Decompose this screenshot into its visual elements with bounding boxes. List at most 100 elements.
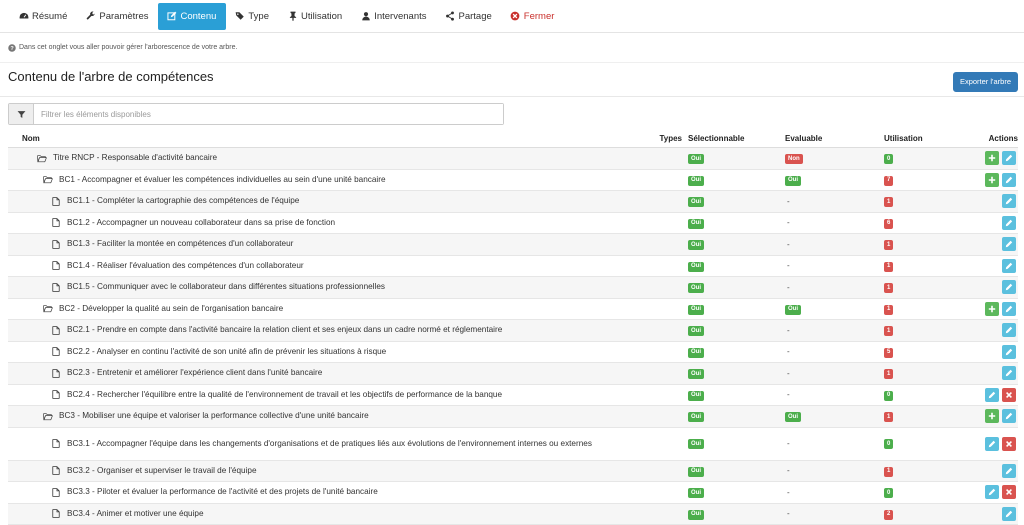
edit-button[interactable] — [1002, 194, 1016, 209]
node-label: BC1.3 - Faciliter la montée en compétenc… — [67, 239, 294, 249]
edit-button[interactable] — [985, 485, 999, 500]
edit-button[interactable] — [1002, 258, 1016, 273]
tab-label: Partage — [458, 10, 492, 22]
col-utilisation: Utilisation — [884, 134, 923, 143]
table-row[interactable]: BC3.2 - Organiser et superviser le trava… — [8, 460, 1018, 482]
pencil-icon — [988, 391, 996, 399]
edit-button[interactable] — [1002, 280, 1016, 295]
edit-button[interactable] — [1002, 366, 1016, 381]
table-row[interactable]: BC3.4 - Animer et motiver une équipe Oui -… — [8, 503, 1018, 525]
edit-button[interactable] — [1002, 172, 1016, 187]
export-tree-button[interactable]: Exporter l'arbre — [952, 71, 1018, 92]
table-row[interactable]: BC1.5 - Communiquer avec le collaborateu… — [8, 277, 1018, 299]
add-button[interactable] — [985, 172, 999, 187]
tab-label: Fermer — [523, 10, 555, 22]
table-row[interactable]: BC1 - Accompagner et évaluer les compéte… — [8, 170, 1018, 191]
tab-fermer[interactable]: Fermer — [502, 3, 565, 29]
file-icon — [50, 466, 61, 476]
tab-label: Paramètres — [99, 10, 149, 22]
row-actions — [964, 258, 1018, 273]
pencil-icon — [1005, 219, 1013, 227]
table-row[interactable]: BC3.1 - Accompagner l'équipe dans les ch… — [8, 428, 1018, 461]
utilisation-badge: 1 — [884, 326, 894, 336]
add-button[interactable] — [985, 151, 999, 166]
node-label: BC1.2 - Accompagner un nouveau collabora… — [67, 217, 336, 227]
tab-label: Contenu — [180, 10, 217, 22]
edit-button[interactable] — [985, 387, 999, 402]
edit-button[interactable] — [1002, 463, 1016, 478]
tab-partage[interactable]: Partage — [437, 3, 502, 29]
evaluable-empty: - — [787, 390, 790, 400]
header-divider — [0, 96, 1024, 97]
evaluable-empty: - — [787, 325, 790, 335]
add-button[interactable] — [985, 409, 999, 424]
node-label: BC2.3 - Entretenir et améliorer l'expéri… — [67, 368, 323, 378]
edit-button[interactable] — [1002, 323, 1016, 338]
edit-button[interactable] — [1002, 301, 1016, 316]
pencil-icon — [1005, 412, 1013, 420]
tab-type[interactable]: Type — [226, 3, 279, 29]
plus-icon — [988, 305, 996, 313]
filter-input[interactable] — [34, 104, 503, 124]
utilisation-badge: 1 — [884, 283, 894, 293]
tab-contenu[interactable]: Contenu — [158, 2, 227, 30]
plus-icon — [988, 154, 996, 162]
table-row[interactable]: BC2.3 - Entretenir et améliorer l'expéri… — [8, 363, 1018, 385]
row-actions — [964, 151, 1018, 166]
table-row[interactable]: BC1.1 - Compléter la cartographie des co… — [8, 191, 1018, 213]
edit-button[interactable] — [1002, 506, 1016, 521]
utilisation-badge: 1 — [884, 240, 894, 250]
tab-intervenants[interactable]: Intervenants — [352, 3, 436, 29]
edit-button[interactable] — [1002, 237, 1016, 252]
table-row[interactable]: Titre RNCP - Responsable d'activité banc… — [8, 148, 1018, 170]
table-row[interactable]: BC2 - Développer la qualité au sein de l… — [8, 299, 1018, 320]
selectionnable-badge: Oui — [688, 154, 704, 164]
tab-resume[interactable]: Résumé — [10, 3, 77, 29]
tree-table: Nom Types Sélectionnable Evaluable Utili… — [8, 130, 1018, 525]
user-icon — [360, 11, 371, 22]
node-label: BC1 - Accompagner et évaluer les compéte… — [59, 174, 386, 184]
delete-button[interactable] — [1002, 436, 1016, 451]
add-button[interactable] — [985, 301, 999, 316]
evaluable-empty: - — [787, 347, 790, 357]
table-row[interactable]: BC2.1 - Prendre en compte dans l'activit… — [8, 320, 1018, 342]
table-row[interactable]: BC3.3 - Piloter et évaluer la performanc… — [8, 482, 1018, 504]
col-selectionnable: Sélectionnable — [688, 134, 745, 143]
table-row[interactable]: BC1.2 - Accompagner un nouveau collabora… — [8, 213, 1018, 234]
delete-button[interactable] — [1002, 387, 1016, 402]
tags-icon — [234, 11, 245, 22]
selectionnable-badge: Oui — [688, 390, 704, 401]
selectionnable-badge: Oui — [688, 218, 704, 229]
tab-parametres[interactable]: Paramètres — [77, 3, 158, 29]
utilisation-badge: 5 — [884, 347, 894, 358]
tab-utilisation[interactable]: Utilisation — [279, 3, 352, 29]
times-icon — [1005, 440, 1013, 448]
table-row[interactable]: BC3 - Mobiliser une équipe et valoriser … — [8, 406, 1018, 428]
evaluable-badge: Oui — [785, 304, 801, 315]
pin-icon — [287, 11, 298, 22]
evaluable-empty: - — [787, 487, 790, 497]
table-row[interactable]: BC2.2 - Analyser en continu l'activité d… — [8, 342, 1018, 363]
col-types: Types — [659, 134, 682, 143]
selectionnable-badge: Oui — [688, 509, 704, 520]
selectionnable-badge: Oui — [688, 412, 704, 422]
edit-button[interactable] — [1002, 344, 1016, 359]
col-evaluable: Evaluable — [785, 134, 823, 143]
node-label: BC1.4 - Réaliser l'évaluation des compét… — [67, 260, 304, 270]
pencil-icon — [1005, 467, 1013, 475]
file-icon — [50, 239, 61, 249]
edit-button[interactable] — [1002, 151, 1016, 166]
table-row[interactable]: BC1.3 - Faciliter la montée en compétenc… — [8, 234, 1018, 256]
table-row[interactable]: BC2.4 - Rechercher l'équilibre entre la … — [8, 385, 1018, 406]
edit-button[interactable] — [1002, 215, 1016, 230]
evaluable-empty: - — [787, 239, 790, 249]
times-icon — [1005, 488, 1013, 496]
table-row[interactable]: BC1.4 - Réaliser l'évaluation des compét… — [8, 256, 1018, 277]
share-icon — [445, 11, 456, 22]
row-actions — [964, 344, 1018, 359]
edit-button[interactable] — [1002, 409, 1016, 424]
row-actions — [964, 387, 1018, 402]
node-label: Titre RNCP - Responsable d'activité banc… — [53, 153, 218, 163]
edit-button[interactable] — [985, 436, 999, 451]
delete-button[interactable] — [1002, 485, 1016, 500]
